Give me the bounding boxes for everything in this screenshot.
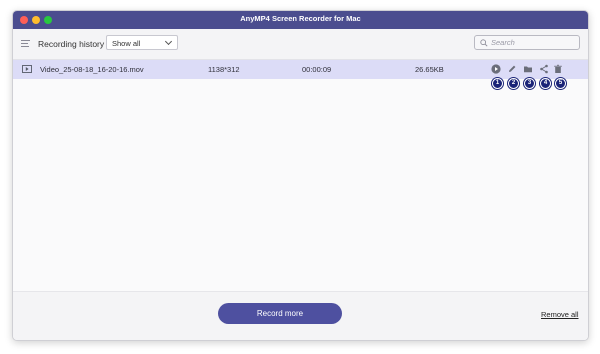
- window-title: AnyMP4 Screen Recorder for Mac: [240, 14, 361, 23]
- callout-badge-1: 1: [492, 78, 503, 89]
- footer-bar: Record more Remove all: [13, 291, 588, 340]
- app-window: AnyMP4 Screen Recorder for Mac Recording…: [12, 10, 589, 341]
- search-box[interactable]: [474, 35, 580, 50]
- callout-badge-2: 2: [508, 78, 519, 89]
- search-input[interactable]: [491, 37, 575, 48]
- callout-badge-3: 3: [524, 78, 535, 89]
- play-icon[interactable]: [491, 64, 501, 74]
- chevron-down-icon: [164, 37, 173, 46]
- recording-duration: 00:00:09: [302, 65, 332, 74]
- share-icon[interactable]: [539, 64, 549, 74]
- callout-badge-5: 5: [555, 78, 566, 89]
- recording-size: 26.65KB: [415, 65, 444, 74]
- list-menu-icon[interactable]: [21, 40, 30, 48]
- toolbar: Recording history Show all: [13, 29, 588, 60]
- video-file-icon: [22, 65, 32, 73]
- callout-badge-4: 4: [540, 78, 551, 89]
- folder-icon[interactable]: [523, 64, 533, 74]
- recording-row[interactable]: Video_25-08-18_16-20-16.mov 1138*312 00:…: [13, 60, 588, 79]
- recording-name: Video_25-08-18_16-20-16.mov: [40, 65, 144, 74]
- trash-icon[interactable]: [553, 64, 563, 74]
- remove-all-link[interactable]: Remove all: [541, 310, 579, 319]
- search-icon: [480, 39, 488, 47]
- filter-dropdown[interactable]: Show all: [106, 35, 178, 50]
- filter-selected-value: Show all: [112, 39, 141, 48]
- edit-icon[interactable]: [507, 64, 517, 74]
- recording-resolution: 1138*312: [208, 65, 240, 74]
- title-bar: AnyMP4 Screen Recorder for Mac: [13, 11, 588, 29]
- record-more-button[interactable]: Record more: [218, 303, 342, 324]
- recording-history-heading: Recording history: [38, 39, 105, 49]
